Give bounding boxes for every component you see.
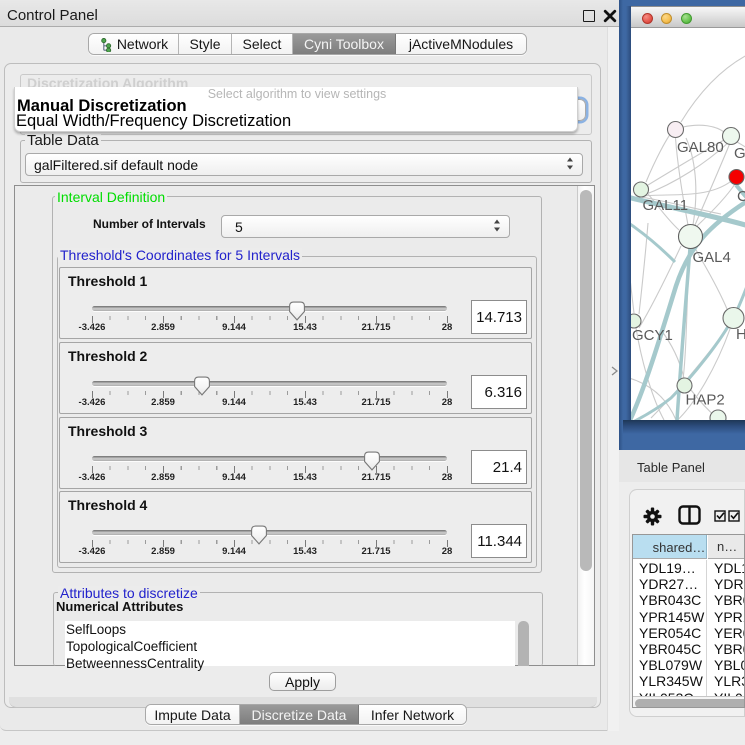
svg-text:GA: GA [734,145,745,162]
svg-text:GAL80: GAL80 [677,139,724,156]
svg-text:GAL11: GAL11 [643,197,689,214]
svg-text:HAP2: HAP2 [686,392,725,409]
svg-text:GAL4: GAL4 [693,249,731,266]
svg-text:CD: CD [737,188,745,205]
svg-text:GCY1: GCY1 [632,327,673,344]
svg-text:HA: HA [736,326,745,343]
